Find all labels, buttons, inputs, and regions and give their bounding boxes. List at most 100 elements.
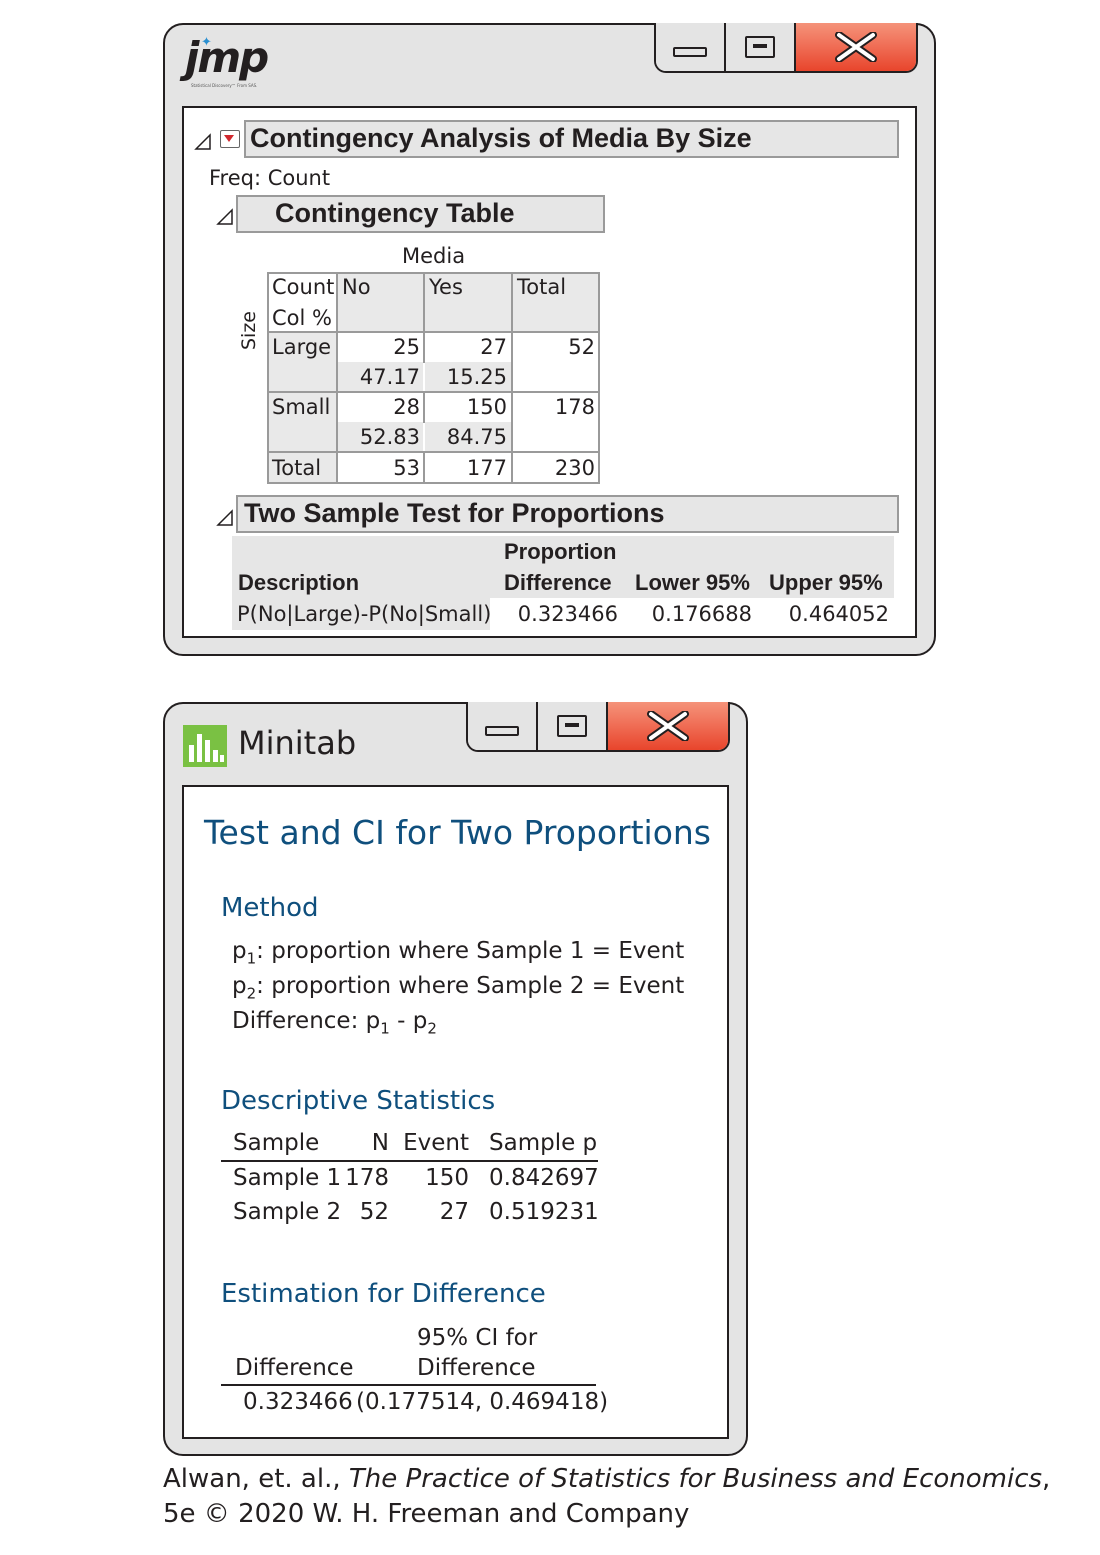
minimize-button[interactable] — [656, 22, 726, 71]
colpct-small-yes: 84.75 — [446, 425, 507, 449]
cell-total-total: 230 — [554, 456, 595, 480]
two-sample-heading: Two Sample Test for Proportions — [236, 495, 899, 533]
cell-small-total: 178 — [554, 395, 595, 419]
column-header-total: Total — [517, 275, 567, 299]
corner-label-count: Count — [272, 275, 335, 299]
jmp-logo: jmp ✦ Statistical Discovery™ From SAS. — [185, 33, 295, 93]
maximize-icon — [745, 35, 775, 58]
row-difference: 0.323466 — [517, 602, 618, 626]
close-icon — [835, 31, 877, 62]
desc-row2-sample-p: 0.519231 — [489, 1199, 599, 1225]
subscript: 1 — [380, 1019, 390, 1038]
minimize-icon — [485, 725, 519, 736]
two-sample-table: Proportion Description Difference Lower … — [232, 536, 894, 631]
est-header-ci-line1: 95% CI for — [417, 1325, 538, 1351]
est-ci-value: (0.177514, 0.469418) — [356, 1389, 609, 1415]
column-variable-label: Media — [402, 244, 466, 268]
desc-header-sample-p: Sample p — [489, 1130, 598, 1156]
method-text: : proportion where Sample 2 = Event — [256, 973, 685, 999]
caption-book-title: The Practice of Statistics for Business … — [348, 1464, 1043, 1494]
header-difference: Difference — [504, 570, 612, 595]
row-variable-label: Size — [238, 310, 260, 350]
cell-total-no: 53 — [393, 456, 420, 480]
row-lower: 0.176688 — [651, 602, 752, 626]
maximize-button[interactable] — [726, 22, 796, 71]
p-symbol: p — [232, 973, 247, 999]
descriptive-heading: Descriptive Statistics — [221, 1086, 496, 1116]
caption-line-1: Alwan, et. al., The Practice of Statisti… — [163, 1462, 1050, 1497]
cell-small-yes: 150 — [466, 395, 507, 419]
header-proportion: Proportion — [504, 539, 617, 564]
colpct-small-no: 52.83 — [359, 425, 420, 449]
subscript: 1 — [246, 949, 257, 968]
column-header-yes: Yes — [429, 275, 463, 299]
cell-large-total: 52 — [568, 335, 595, 359]
colpct-large-no: 47.17 — [359, 365, 420, 389]
caption-comma: , — [1042, 1464, 1051, 1494]
cell-total-yes: 177 — [466, 456, 507, 480]
colpct-large-yes: 15.25 — [446, 365, 507, 389]
row-label-large: Large — [272, 335, 332, 359]
method-heading: Method — [221, 893, 319, 923]
header-lower: Lower 95% — [635, 570, 750, 595]
disclosure-triangle-icon[interactable] — [216, 208, 234, 226]
close-button[interactable] — [608, 701, 728, 750]
caption-authors: Alwan, et. al., — [163, 1464, 349, 1494]
est-header-ci-line2: Difference — [417, 1355, 536, 1381]
source-caption: Alwan, et. al., The Practice of Statisti… — [163, 1462, 1050, 1532]
difference-mid: - p — [389, 1008, 428, 1034]
cell-small-no: 28 — [393, 395, 420, 419]
desc-row2-n: 52 — [359, 1199, 389, 1225]
desc-row2-sample: Sample 2 — [233, 1199, 342, 1225]
disclosure-triangle-icon[interactable] — [216, 509, 234, 527]
minitab-window-controls — [466, 701, 730, 752]
minitab-logo-icon — [183, 725, 227, 767]
row-description: P(No|Large)-P(No|Small) — [237, 602, 492, 626]
minimize-button[interactable] — [468, 701, 538, 750]
header-description: Description — [238, 570, 360, 595]
report-menu-dropdown-icon[interactable] — [220, 130, 240, 148]
minitab-session-panel: Test and CI for Two Proportions Method p… — [182, 785, 729, 1439]
desc-row1-n: 178 — [345, 1165, 389, 1191]
jmp-window: jmp ✦ Statistical Discovery™ From SAS. C… — [163, 22, 936, 656]
desc-header-sample: Sample — [233, 1130, 320, 1156]
desc-row1-sample: Sample 1 — [233, 1165, 342, 1191]
freq-label: Freq: Count — [209, 166, 331, 190]
contingency-heading: Contingency Table — [236, 195, 605, 233]
minitab-window: Minitab Test and CI for Two Proportions … — [163, 701, 748, 1456]
method-line-3: Difference: p1 - p2 — [232, 1007, 437, 1043]
cell-large-no: 25 — [393, 335, 420, 359]
row-label-small: Small — [272, 395, 331, 419]
jmp-logo-star-icon: ✦ — [201, 35, 212, 50]
minimize-icon — [673, 46, 707, 57]
p-symbol: p — [232, 938, 247, 964]
method-line-2: p2: proportion where Sample 2 = Event — [232, 972, 684, 1008]
caption-line-2: 5e © 2020 W. H. Freeman and Company — [163, 1499, 690, 1529]
minitab-output-title: Test and CI for Two Proportions — [204, 813, 712, 852]
report-title: Contingency Analysis of Media By Size — [244, 120, 899, 158]
close-button[interactable] — [796, 22, 916, 71]
subscript: 2 — [246, 984, 257, 1003]
difference-prefix: Difference: p — [232, 1008, 381, 1034]
desc-row1-event: 150 — [425, 1165, 469, 1191]
jmp-window-controls — [654, 22, 918, 73]
maximize-icon — [557, 714, 587, 737]
header-upper: Upper 95% — [769, 570, 883, 595]
column-header-no: No — [342, 275, 371, 299]
disclosure-triangle-icon[interactable] — [194, 133, 212, 151]
est-header-rule — [221, 1384, 596, 1386]
desc-header-event: Event — [403, 1130, 469, 1156]
corner-label-colpct: Col % — [272, 306, 332, 330]
estimation-heading: Estimation for Difference — [221, 1279, 546, 1309]
method-text: : proportion where Sample 1 = Event — [256, 938, 685, 964]
contingency-table: Count Col % No Yes Total Large 25 27 52 … — [267, 272, 600, 484]
maximize-button[interactable] — [538, 701, 608, 750]
est-header-difference: Difference — [235, 1355, 354, 1381]
subscript: 2 — [427, 1019, 437, 1038]
desc-row1-sample-p: 0.842697 — [489, 1165, 599, 1191]
close-icon — [647, 710, 689, 741]
row-label-total: Total — [272, 456, 322, 480]
desc-row2-event: 27 — [439, 1199, 469, 1225]
minitab-app-name: Minitab — [238, 724, 357, 762]
method-line-1: p1: proportion where Sample 1 = Event — [232, 937, 684, 973]
